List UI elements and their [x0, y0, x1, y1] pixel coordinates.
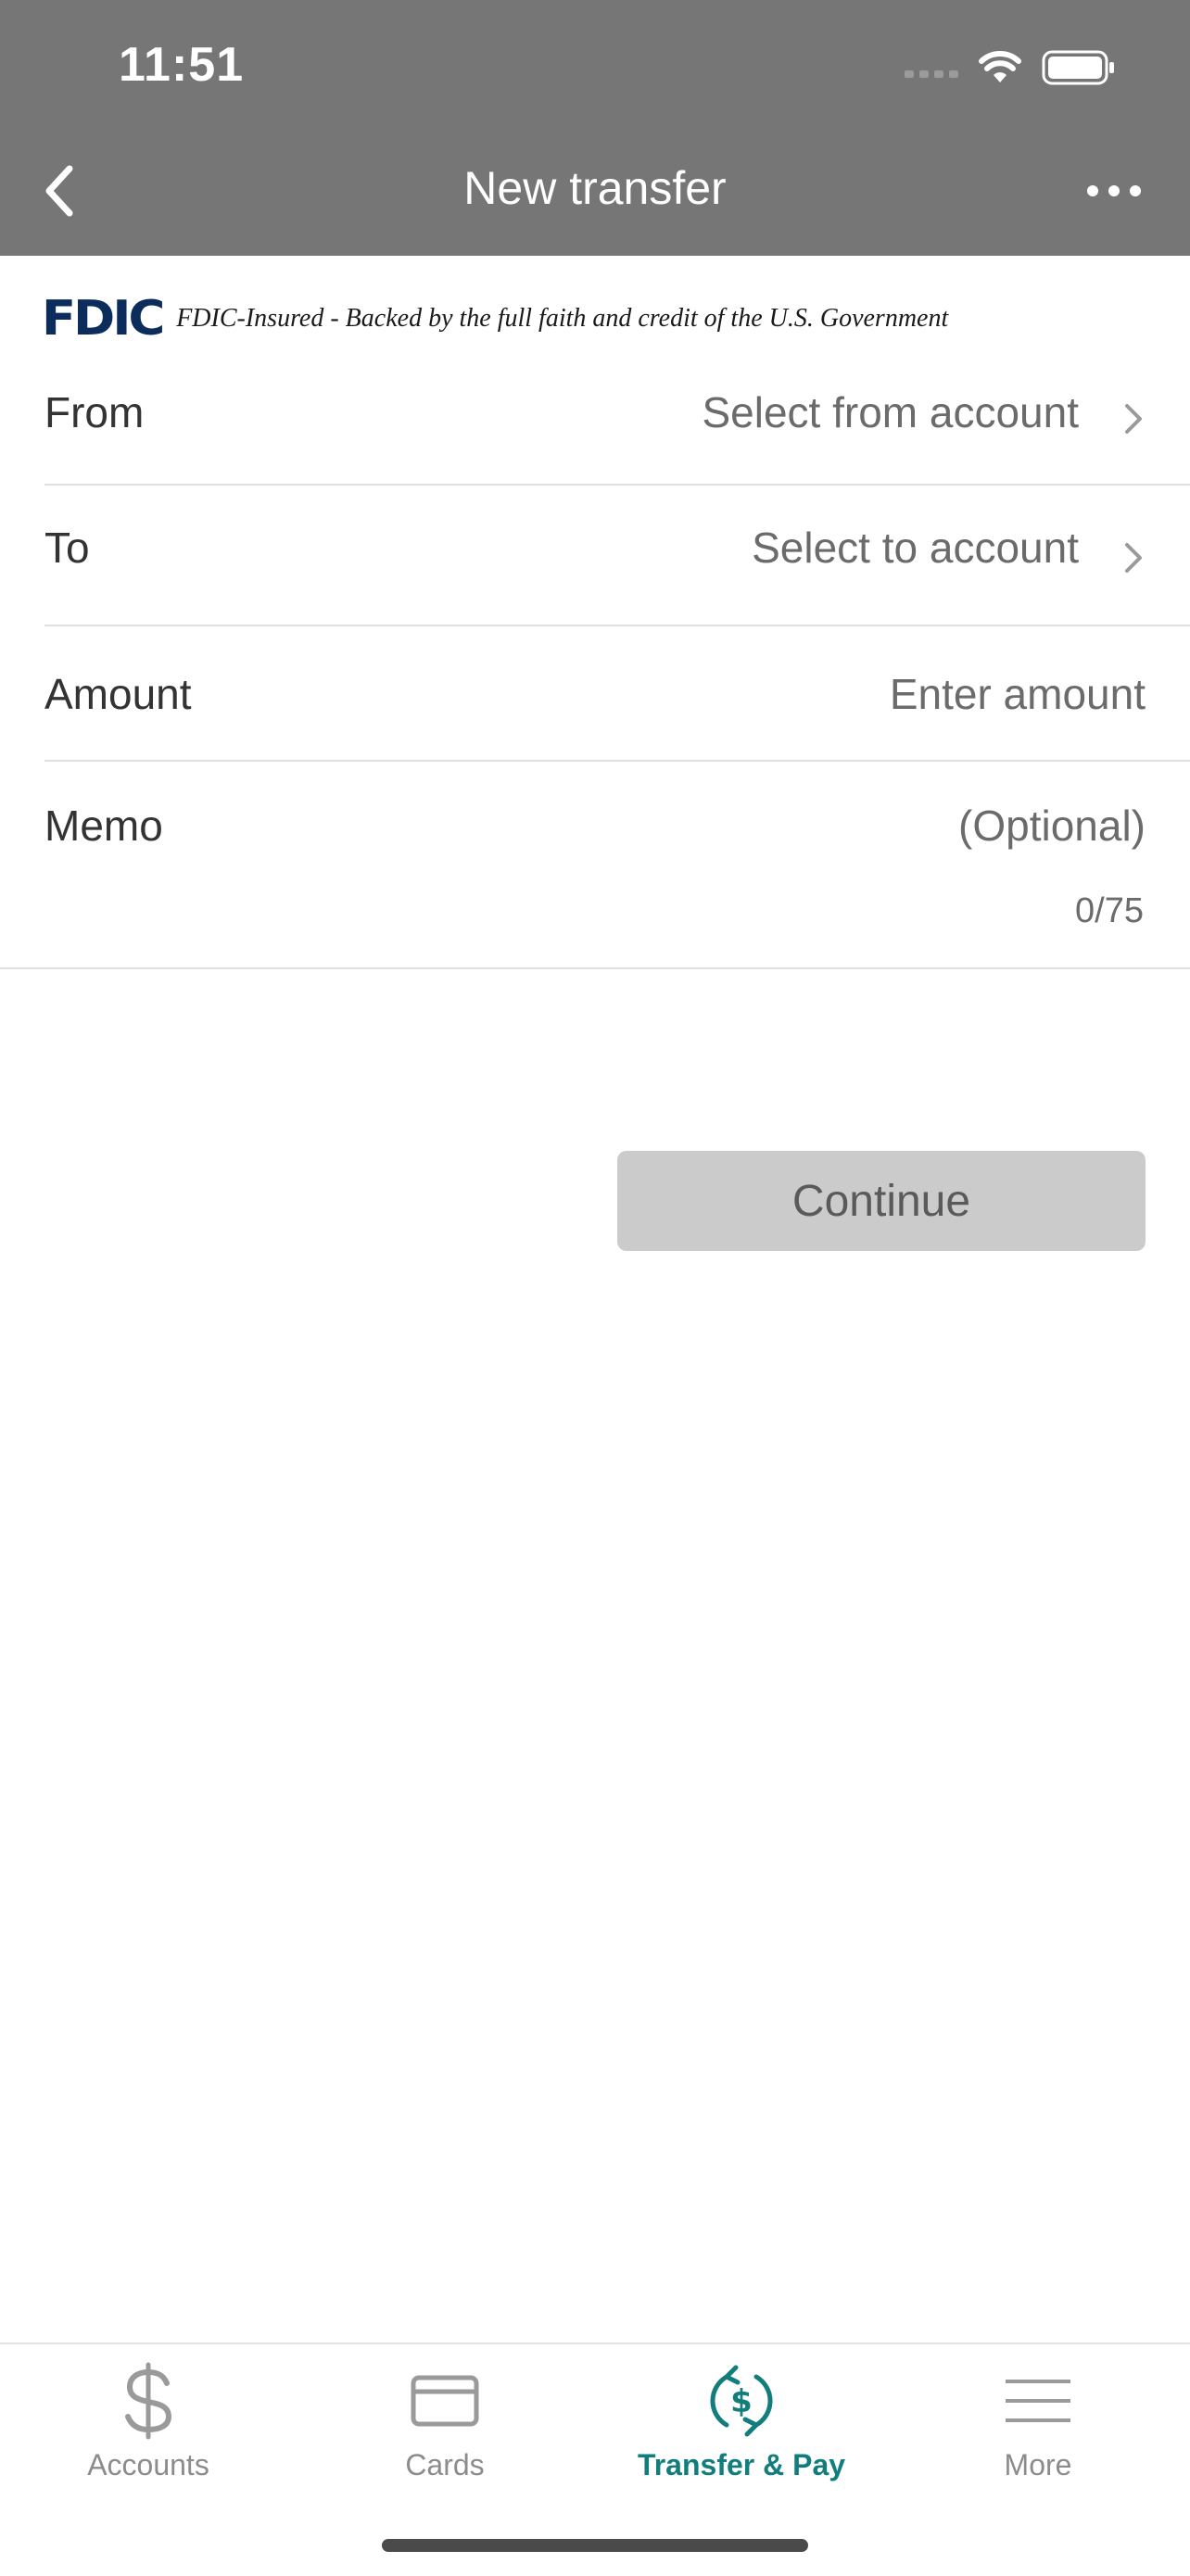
to-account-row[interactable]: To Select to account [44, 515, 1190, 617]
to-label: To [44, 524, 90, 572]
tab-more[interactable]: More [890, 2359, 1186, 2498]
memo-row[interactable]: Memo (Optional) [44, 793, 1190, 960]
more-options-button[interactable] [1075, 163, 1153, 219]
tab-cards[interactable]: Cards [297, 2359, 593, 2498]
tab-more-label: More [1004, 2448, 1072, 2481]
continue-button[interactable]: Continue [617, 1151, 1146, 1251]
chevron-right-icon [1125, 543, 1142, 573]
page-title: New transfer [463, 162, 727, 214]
more-horizontal-icon [1087, 185, 1141, 196]
wifi-icon [979, 51, 1021, 82]
dollar-icon [120, 2359, 176, 2443]
divider [44, 625, 1190, 626]
memo-input[interactable]: (Optional) [958, 801, 1146, 851]
amount-input[interactable]: Enter amount [890, 669, 1146, 719]
fdic-text: FDIC-Insured - Backed by the full faith … [176, 304, 949, 333]
transfer-pay-icon: $ [704, 2359, 779, 2443]
chevron-right-icon [1125, 404, 1142, 434]
card-icon [411, 2359, 479, 2443]
divider [44, 484, 1190, 486]
tab-accounts[interactable]: Accounts [0, 2359, 297, 2498]
svg-text:$: $ [730, 2383, 753, 2420]
amount-row[interactable]: Amount Enter amount [44, 662, 1190, 764]
to-account-select[interactable]: Select to account [752, 523, 1079, 573]
tab-cards-label: Cards [405, 2448, 485, 2481]
status-icons [905, 46, 1116, 89]
from-account-row[interactable]: From Select from account [44, 380, 1190, 482]
status-time: 11:51 [119, 38, 245, 92]
home-indicator [382, 2539, 808, 2552]
tab-transfer-pay[interactable]: $ Transfer & Pay [593, 2359, 890, 2498]
cellular-signal-icon [905, 70, 958, 78]
from-label: From [44, 388, 145, 436]
battery-icon [1042, 50, 1114, 85]
menu-icon [1004, 2359, 1072, 2443]
tab-bar: Accounts Cards $ Transfer & Pay More [0, 2342, 1190, 2576]
amount-label: Amount [44, 670, 192, 718]
from-account-select[interactable]: Select from account [702, 387, 1079, 437]
fdic-banner: FDIC FDIC-Insured - Backed by the full f… [41, 291, 949, 347]
divider [44, 760, 1190, 762]
divider [0, 967, 1190, 969]
fdic-logo: FDIC [41, 291, 166, 347]
tab-accounts-label: Accounts [87, 2448, 209, 2481]
memo-character-counter: 0/75 [1075, 891, 1144, 930]
memo-label: Memo [44, 802, 163, 850]
app-header: 11:51 New transfer [0, 0, 1190, 256]
tab-transfer-pay-label: Transfer & Pay [637, 2448, 846, 2481]
